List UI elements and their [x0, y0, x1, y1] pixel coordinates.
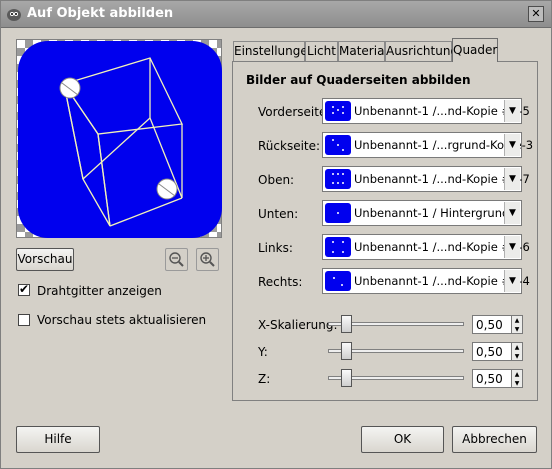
face-label-vorderseite: Vorderseite:	[258, 105, 331, 119]
ok-button-label: OK	[393, 432, 412, 446]
chevron-down-icon[interactable]: ▼	[504, 100, 520, 122]
chevron-down-icon[interactable]: ▼	[504, 236, 520, 258]
tab-label: Licht	[307, 44, 336, 58]
chevron-down-icon[interactable]: ▼	[504, 202, 520, 224]
z-scale-handle[interactable]	[341, 369, 352, 387]
cancel-button[interactable]: Abbrechen	[452, 426, 537, 453]
tab-quader[interactable]: Quader	[452, 38, 498, 62]
x-scale-input[interactable]: 0,50	[472, 315, 512, 334]
x-scale-handle[interactable]	[341, 315, 352, 333]
wireframe-label[interactable]: Drahtgitter anzeigen	[37, 284, 162, 298]
dice-thumbnail	[325, 237, 351, 257]
preview-button-label: Vorschau	[17, 252, 73, 266]
chevron-down-icon[interactable]: ▼	[504, 134, 520, 156]
panel-title: Bilder auf Quaderseiten abbilden	[246, 73, 471, 87]
help-button-label: Hilfe	[44, 432, 72, 446]
spin-down-icon[interactable]: ▼	[512, 379, 522, 388]
tab-einstellungen[interactable]: Einstellungen	[233, 41, 315, 61]
face-select-rechts[interactable]: Unbenannt-1 /...nd-Kopie #1-4 ▼	[322, 268, 530, 294]
checkmark-icon: ✔	[19, 282, 30, 296]
auto-update-label[interactable]: Vorschau stets aktualisieren	[37, 313, 206, 327]
dice-thumbnail	[325, 169, 351, 189]
cancel-button-label: Abbrechen	[462, 432, 527, 446]
close-icon[interactable]: ✕	[528, 6, 544, 22]
x-scale-label: X-Skalierung:	[258, 318, 338, 332]
y-scale-handle[interactable]	[341, 342, 352, 360]
face-label-links: Links:	[258, 241, 293, 255]
spin-down-icon[interactable]: ▼	[512, 352, 522, 361]
zoom-in-icon[interactable]	[196, 248, 219, 271]
y-scale-spinner[interactable]: ▲ ▼	[511, 342, 523, 361]
wireframe-checkbox[interactable]: ✔	[18, 282, 30, 296]
face-select-unten[interactable]: Unbenannt-1 / Hintergrund-2 ▼	[322, 200, 522, 226]
y-scale-label: Y:	[258, 345, 268, 359]
tab-ausrichtung[interactable]: Ausrichtung	[385, 41, 458, 61]
dialog-window: Auf Objekt abbilden ✕ Vorschau ✔ Drahtgi…	[0, 0, 552, 469]
spin-up-icon[interactable]: ▲	[512, 370, 522, 379]
window-title: Auf Objekt abbilden	[27, 6, 174, 21]
z-scale-label: Z:	[258, 372, 271, 386]
tab-label: Ausrichtung	[386, 44, 459, 58]
spin-up-icon[interactable]: ▲	[512, 316, 522, 325]
tab-material[interactable]: Material	[338, 41, 388, 61]
z-scale-input[interactable]: 0,50	[472, 369, 512, 388]
dice-thumbnail	[325, 101, 351, 121]
chevron-down-icon[interactable]: ▼	[504, 270, 520, 292]
help-button[interactable]: Hilfe	[16, 426, 100, 453]
face-label-rechts: Rechts:	[258, 275, 303, 289]
face-select-links[interactable]: Unbenannt-1 /...nd-Kopie #3-6 ▼	[322, 234, 530, 260]
dice-thumbnail	[325, 203, 351, 223]
gimp-app-icon	[6, 6, 22, 22]
tab-label: Material	[339, 44, 388, 58]
face-value: Unbenannt-1 / Hintergrund-2	[354, 206, 521, 220]
face-select-rueckseite[interactable]: Unbenannt-1 /...rgrund-Kopie-3 ▼	[322, 132, 533, 158]
zoom-out-icon[interactable]	[165, 248, 188, 271]
dice-thumbnail	[325, 135, 351, 155]
face-label-rueckseite: Rückseite:	[258, 139, 321, 153]
tab-licht[interactable]: Licht	[305, 41, 338, 61]
face-select-oben[interactable]: Unbenannt-1 /...nd-Kopie #4-7 ▼	[322, 166, 530, 192]
z-scale-spinner[interactable]: ▲ ▼	[511, 369, 523, 388]
dice-thumbnail	[325, 271, 351, 291]
tab-label: Quader	[453, 43, 498, 57]
tab-label: Einstellungen	[234, 44, 316, 58]
face-label-oben: Oben:	[258, 173, 295, 187]
x-scale-spinner[interactable]: ▲ ▼	[511, 315, 523, 334]
chevron-down-icon[interactable]: ▼	[504, 168, 520, 190]
spin-down-icon[interactable]: ▼	[512, 325, 522, 334]
cube-wireframe-preview	[18, 41, 222, 238]
face-select-vorderseite[interactable]: Unbenannt-1 /...nd-Kopie #2-5 ▼	[322, 98, 530, 124]
preview-button[interactable]: Vorschau	[16, 248, 74, 271]
spin-up-icon[interactable]: ▲	[512, 343, 522, 352]
ok-button[interactable]: OK	[361, 426, 444, 453]
auto-update-checkbox[interactable]	[18, 314, 30, 326]
preview-area[interactable]	[16, 39, 222, 238]
y-scale-input[interactable]: 0,50	[472, 342, 512, 361]
title-bar[interactable]: Auf Objekt abbilden ✕	[1, 1, 551, 28]
face-label-unten: Unten:	[258, 207, 299, 221]
